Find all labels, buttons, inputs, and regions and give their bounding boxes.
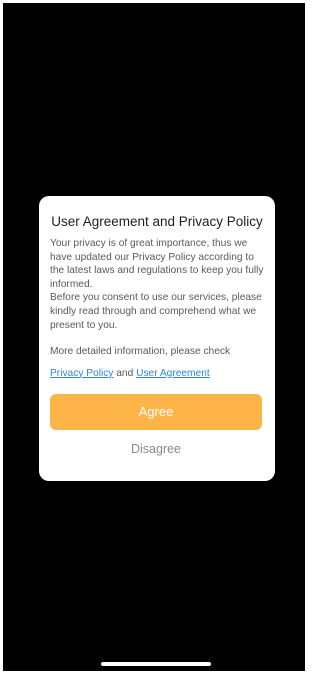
consent-notice-text: Before you consent to use our services, … [50, 292, 262, 331]
privacy-notice-text: Your privacy is of great importance, thu… [50, 238, 264, 290]
policy-links: Privacy Policy and User Agreement [50, 367, 264, 381]
more-info-text: More detailed information, please check [50, 346, 231, 358]
dialog-title: User Agreement and Privacy Policy [51, 214, 263, 229]
privacy-policy-link[interactable]: Privacy Policy [50, 368, 113, 379]
screen-backdrop: User Agreement and Privacy Policy Your p… [3, 3, 305, 671]
home-indicator[interactable] [101, 662, 211, 666]
user-agreement-link[interactable]: User Agreement [136, 368, 210, 379]
agree-button[interactable]: Agree [50, 394, 262, 431]
disagree-button[interactable]: Disagree [50, 438, 262, 460]
dialog-body: Your privacy is of great importance, thu… [50, 237, 264, 332]
and-text: and [116, 367, 134, 379]
consent-dialog: User Agreement and Privacy Policy Your p… [39, 196, 275, 481]
